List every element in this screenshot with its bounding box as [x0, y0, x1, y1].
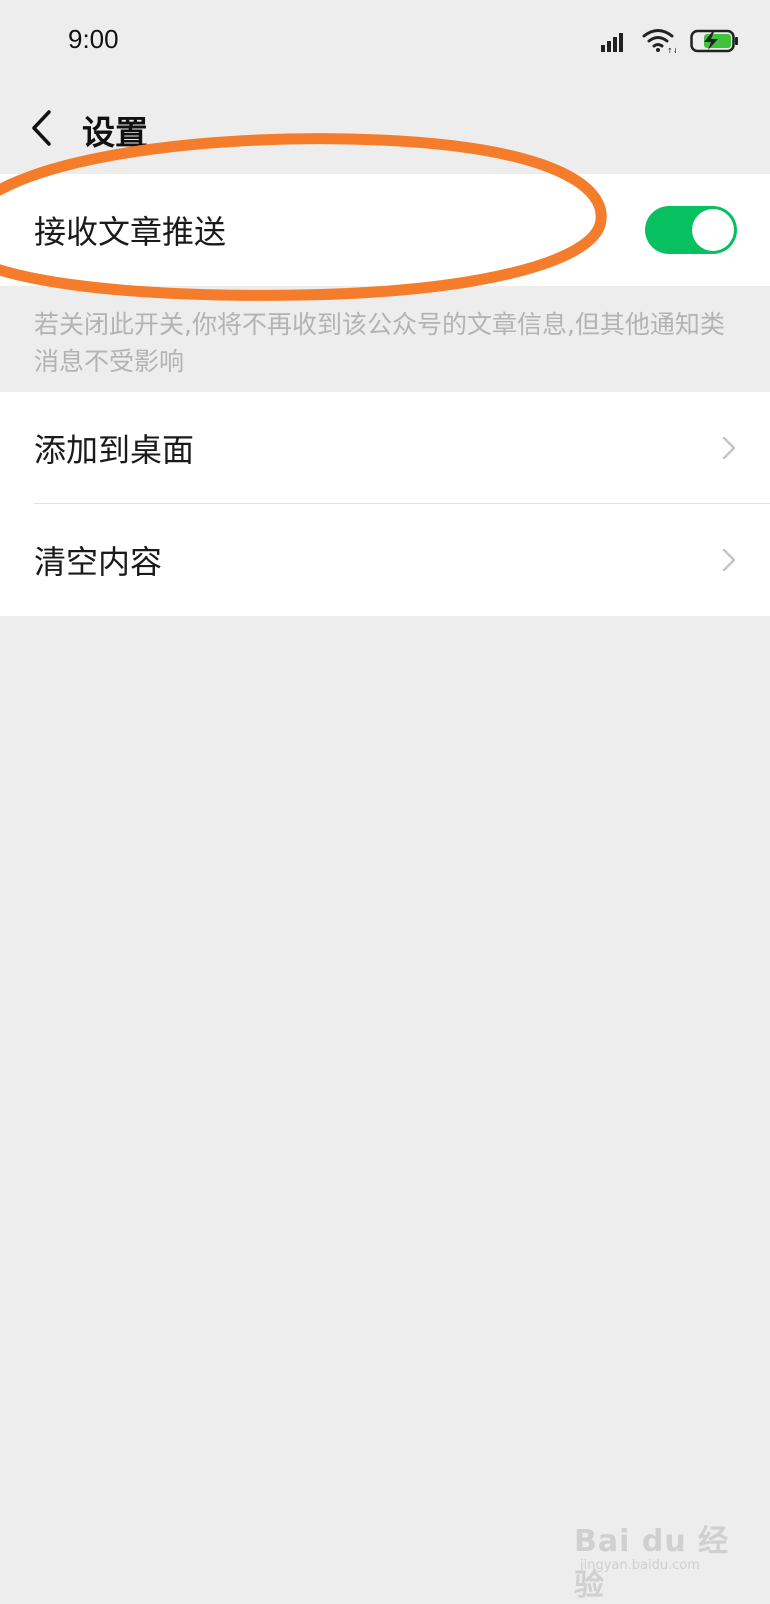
wifi-icon: ↑↓ — [642, 29, 676, 54]
status-time: 9:00 — [68, 24, 119, 54]
svg-text:↑↓: ↑↓ — [667, 47, 676, 54]
toggle-knob — [692, 209, 734, 251]
menu-item-label: 清空内容 — [34, 543, 163, 581]
watermark-subtext: jingyan.baidu.com — [580, 1558, 700, 1573]
chevron-right-icon — [722, 436, 736, 460]
menu-item-label: 添加到桌面 — [34, 431, 195, 469]
menu-item-clear-content[interactable]: 清空内容 — [0, 504, 770, 616]
signal-icon — [601, 33, 623, 52]
push-setting-hint: 若关闭此开关,你将不再收到该公众号的文章信息,但其他通知类消息不受影响 — [34, 310, 725, 376]
menu-group: 添加到桌面 清空内容 — [0, 392, 770, 616]
push-setting-label: 接收文章推送 — [34, 213, 227, 251]
back-button[interactable] — [18, 102, 66, 154]
battery-charging-icon — [690, 29, 738, 53]
watermark-logo: Bai du 经验 jingyan.baidu.com — [558, 1512, 748, 1603]
page-title: 设置 — [82, 113, 148, 152]
chevron-right-icon — [722, 548, 736, 572]
push-setting-row: 接收文章推送 — [0, 174, 770, 286]
nav-bar: 设置 — [0, 92, 770, 168]
push-setting-group: 接收文章推送 — [0, 174, 770, 286]
push-toggle[interactable] — [645, 206, 737, 254]
status-icons: ↑↓ — [600, 26, 740, 56]
status-bar: 9:00 ↑↓ — [0, 0, 770, 80]
chevron-left-icon — [32, 110, 51, 146]
menu-item-add-to-desktop[interactable]: 添加到桌面 — [0, 392, 770, 504]
